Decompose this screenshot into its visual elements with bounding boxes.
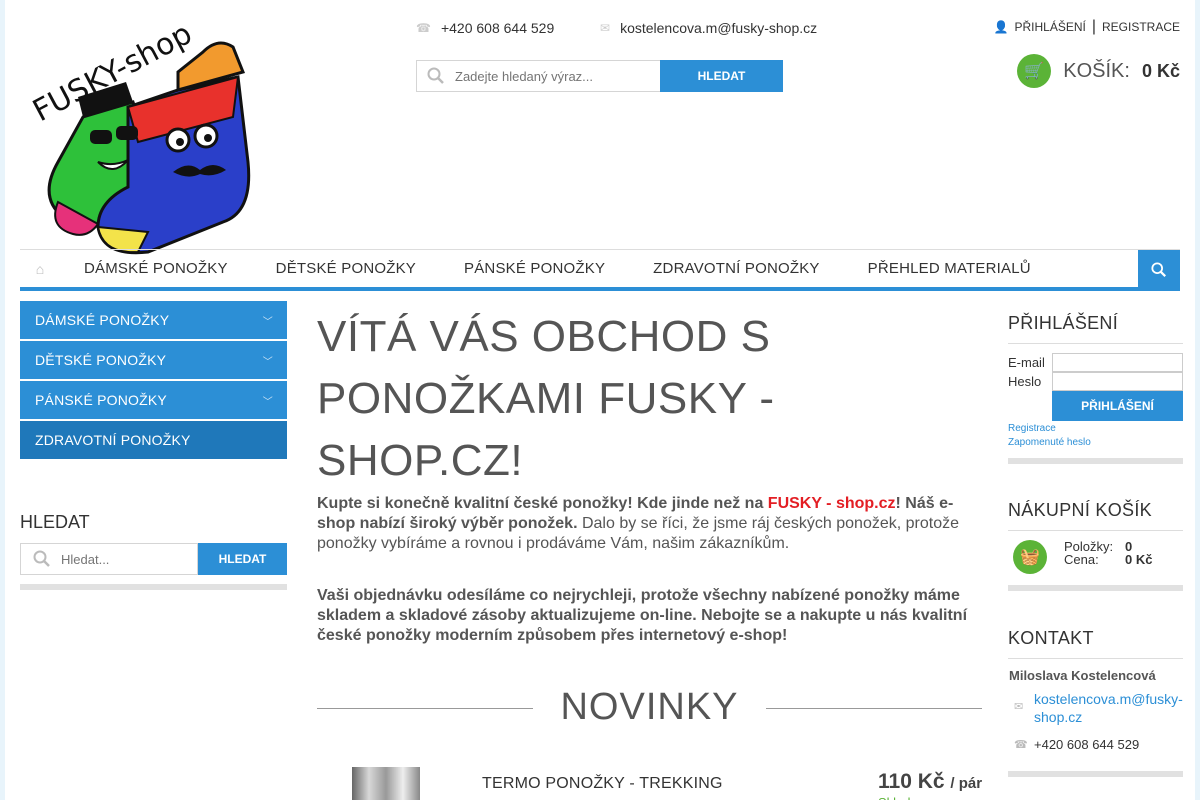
chevron-down-icon: ﹀: [262, 356, 273, 368]
product-price-unit: / pár: [950, 775, 983, 792]
sidebar-search-button[interactable]: HLEDAT: [198, 543, 287, 575]
chevron-down-icon: ﹀: [262, 396, 273, 408]
category-label: DĚTSKÉ PONOŽKY: [35, 352, 167, 368]
contact-heading: KONTAKT: [1008, 628, 1094, 648]
search-icon: [427, 67, 444, 84]
intro-bold-a: Kupte si konečně kvalitní české ponožky!…: [317, 495, 768, 512]
sidebar-search-input[interactable]: [61, 551, 191, 567]
search-icon: [1151, 262, 1167, 278]
envelope-icon: ✉: [600, 21, 611, 35]
page-title: VÍTÁ VÁS OBCHOD S PONOŽKAMI FUSKY - SHOP…: [317, 312, 775, 485]
header-search-box[interactable]: [416, 60, 661, 92]
home-icon[interactable]: ⌂: [20, 261, 60, 277]
separator: |: [1091, 18, 1096, 35]
email-label: E-mail: [1008, 355, 1045, 370]
password-field[interactable]: [1052, 372, 1183, 391]
contact-email-link[interactable]: kostelencova.m@fusky-shop.cz: [1034, 690, 1184, 726]
nav-item-detske[interactable]: DĚTSKÉ PONOŽKY: [276, 260, 416, 277]
divider: [1008, 458, 1183, 464]
cart-icon: 🛒: [1017, 54, 1052, 88]
product-image[interactable]: [352, 767, 420, 800]
divider: [1008, 585, 1183, 591]
header-phone[interactable]: ☎ +420 608 644 529: [416, 20, 554, 36]
contact-phone: +420 608 644 529: [1034, 737, 1140, 752]
novinky-heading: NOVINKY: [560, 686, 739, 728]
email-field[interactable]: [1052, 353, 1183, 372]
price-value: 0 Kč: [1125, 552, 1153, 567]
product-price-value: 110 Kč: [878, 770, 945, 793]
envelope-icon: ✉: [1014, 701, 1024, 713]
nav-search-button[interactable]: [1138, 250, 1180, 290]
auth-links: 👤 PŘIHLÁŠENÍ | REGISTRACE: [994, 18, 1180, 36]
chevron-down-icon: ﹀: [262, 316, 273, 328]
nav-item-zdravotni[interactable]: ZDRAVOTNÍ PONOŽKY: [653, 260, 819, 277]
login-link[interactable]: PŘIHLÁŠENÍ: [1014, 20, 1085, 34]
phone-icon: ☎: [1014, 739, 1028, 751]
header-email-text: kostelencova.m@fusky-shop.cz: [620, 20, 818, 36]
category-label: ZDRAVOTNÍ PONOŽKY: [35, 432, 191, 448]
divider: [1008, 530, 1183, 531]
login-heading: PŘIHLÁŠENÍ: [1008, 313, 1119, 333]
product-stock: Skladem: [878, 795, 929, 800]
category-detske[interactable]: DĚTSKÉ PONOŽKY ﹀: [20, 341, 287, 379]
cart-heading: NÁKUPNÍ KOŠÍK: [1008, 500, 1152, 520]
cart-label: KOŠÍK:: [1063, 59, 1130, 82]
user-icon: 👤: [993, 20, 1009, 34]
sidebar-search-box[interactable]: [20, 543, 198, 575]
intro-paragraph: Kupte si konečně kvalitní české ponožky!…: [317, 494, 982, 554]
header-email[interactable]: ✉ kostelencova.m@fusky-shop.cz: [600, 20, 817, 36]
product-name[interactable]: TERMO PONOŽKY - TREKKING: [482, 775, 723, 793]
main-nav: ⌂ DÁMSKÉ PONOŽKY DĚTSKÉ PONOŽKY PÁNSKÉ P…: [20, 249, 1180, 290]
nav-item-materialy[interactable]: PŘEHLED MATERIALŮ: [868, 260, 1031, 277]
brand-link[interactable]: FUSKY - shop.cz: [768, 495, 896, 512]
shipping-paragraph: Vaši objednávku odesíláme co nejrychleji…: [317, 587, 968, 644]
product-price: 110 Kč / pár: [878, 770, 982, 794]
divider: [1008, 658, 1183, 659]
category-zdravotni[interactable]: ZDRAVOTNÍ PONOŽKY: [20, 421, 287, 459]
password-label: Heslo: [1008, 374, 1042, 389]
login-button[interactable]: PŘIHLÁŠENÍ: [1052, 391, 1183, 421]
header-search-input[interactable]: [455, 68, 645, 84]
header-cart[interactable]: 🛒 KOŠÍK: 0 Kč: [1017, 54, 1180, 88]
register-link[interactable]: REGISTRACE: [1102, 20, 1180, 34]
divider: [1008, 771, 1183, 777]
contact-name: Miloslava Kostelencová: [1009, 668, 1156, 683]
category-label: DÁMSKÉ PONOŽKY: [35, 312, 170, 328]
basket-icon[interactable]: 🧺: [1013, 540, 1047, 574]
sidebar-search-heading: HLEDAT: [20, 512, 90, 532]
cart-amount: 0 Kč: [1141, 60, 1180, 81]
forgot-password-link[interactable]: Zapomenuté heslo: [1008, 437, 1091, 448]
header-phone-text: +420 608 644 529: [440, 20, 555, 36]
header-search-button[interactable]: HLEDAT: [660, 60, 783, 92]
divider: [1008, 343, 1183, 344]
nav-item-damske[interactable]: DÁMSKÉ PONOŽKY: [84, 260, 228, 277]
nav-underline: [20, 287, 1180, 291]
divider: [20, 584, 287, 590]
register-link[interactable]: Registrace: [1008, 423, 1056, 434]
category-damske[interactable]: DÁMSKÉ PONOŽKY ﹀: [20, 301, 287, 339]
nav-item-panske[interactable]: PÁNSKÉ PONOŽKY: [464, 260, 605, 277]
fusky-shop-logo[interactable]: FUSKY-shop: [28, 12, 263, 257]
phone-icon: ☎: [416, 21, 431, 35]
category-label: PÁNSKÉ PONOŽKY: [35, 392, 167, 408]
category-panske[interactable]: PÁNSKÉ PONOŽKY ﹀: [20, 381, 287, 419]
price-label: Cena:: [1064, 552, 1099, 567]
search-icon: [33, 550, 50, 567]
